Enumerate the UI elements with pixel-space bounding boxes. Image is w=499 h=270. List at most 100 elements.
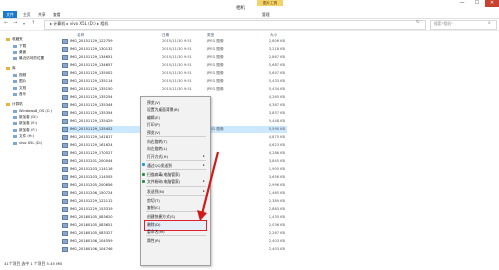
tab-home[interactable]: 主页 (23, 12, 31, 18)
file-name: IMG_20151129_135114 (70, 79, 113, 83)
maximize-button[interactable]: ☐ (470, 0, 484, 7)
context-menu-item[interactable]: 预览(V) (147, 100, 160, 106)
context-menu-item[interactable]: 剪切(T) (147, 198, 160, 204)
file-row[interactable]: IMG_20151129_135002 2015/11/30 9:51 JPEG 图… (62, 70, 287, 77)
file-row[interactable]: IMG_20151129_122759 2015/11/30 9:51 JPEG 图… (62, 38, 287, 45)
nav-item[interactable]: Windows8_OS (C:) (13, 109, 52, 113)
folder-icon (13, 44, 17, 48)
search-icon[interactable]: ⌕ (488, 20, 491, 26)
context-menu-item[interactable]: 创建快捷方式(S) (147, 214, 175, 220)
image-file-icon (62, 214, 68, 220)
file-size: 4,265 KB (268, 95, 285, 99)
nav-item[interactable]: 计算机 (6, 102, 23, 107)
context-menu-item[interactable]: 向左旋转(L) (147, 146, 167, 152)
folder-icon (13, 92, 17, 96)
file-name: IMG_20160105_083651 (70, 223, 113, 227)
file-size: 4,875 KB (268, 135, 285, 139)
file-type: JPEG 图像 (207, 39, 224, 43)
nav-item[interactable]: 音乐 (13, 92, 26, 97)
nav-item[interactable]: 文档 (13, 86, 26, 91)
nav-item[interactable]: vivo X5L (D:) (13, 141, 42, 145)
context-menu-item-label: 复制(C) (147, 205, 161, 211)
file-size: 2,267 KB (268, 231, 285, 235)
image-file-icon (62, 86, 68, 92)
context-menu-item[interactable]: 打开方式(H) ▸ (147, 153, 205, 160)
file-type: JPEG 图像 (207, 55, 224, 59)
tab-manage[interactable]: 管理 (262, 12, 270, 18)
nav-item-label: 库 (12, 66, 16, 70)
file-name: IMG_20151205_200656 (70, 183, 113, 187)
image-file-icon (62, 158, 68, 164)
context-menu-item-label: 打开方式(H) (147, 153, 169, 159)
nav-item-label: 最近访问的位置 (19, 56, 45, 60)
context-menu-item[interactable]: 编辑(E) (147, 115, 160, 121)
folder-icon (13, 134, 17, 138)
nav-item-label: 桌面 (19, 50, 27, 54)
nav-item[interactable]: 库 (6, 66, 16, 71)
context-menu-item[interactable]: 发送到(N) ▸ (147, 189, 205, 195)
context-menu-item[interactable]: 预览(V) (147, 130, 160, 136)
context-menu-item[interactable]: 扫描病毒(电脑管家) (142, 172, 180, 178)
forward-icon[interactable]: → (13, 20, 17, 26)
folder-icon (13, 128, 17, 132)
nav-item[interactable]: 新加卷 (D:) (13, 115, 38, 120)
file-size: 5,448 KB (268, 119, 285, 123)
context-menu-item[interactable]: 删除(D) (147, 222, 160, 228)
image-file-icon (62, 230, 68, 236)
up-icon[interactable]: ↑ (31, 20, 35, 26)
context-menu-item[interactable]: 属性(R) (147, 238, 160, 244)
image-file-icon (62, 126, 68, 132)
folder-icon (13, 141, 17, 145)
file-name: IMG_20160106_104559 (70, 239, 113, 243)
file-type: JPEG 图像 (207, 79, 224, 83)
nav-item[interactable]: 图片 (13, 79, 26, 84)
refresh-icon[interactable]: ↻ (416, 20, 420, 25)
context-menu-item[interactable]: 复制(C) (147, 205, 160, 211)
nav-item-label: 新加卷 (D:) (19, 115, 38, 119)
file-name: IMG_20151129_135354 (70, 111, 113, 115)
nav-item-label: 收藏夹 (12, 37, 23, 41)
nav-item[interactable]: 文件 (H:) (13, 134, 34, 139)
tab-view[interactable]: 查看 (53, 12, 61, 18)
image-file-icon (62, 174, 68, 180)
context-menu-item[interactable]: 文件粉碎(电脑管家) ▸ (142, 179, 205, 185)
file-name: IMG_20151129_135150 (70, 87, 113, 91)
back-icon[interactable]: ← (4, 20, 8, 26)
image-file-icon (62, 134, 68, 140)
context-menu-item[interactable]: 通过QQ发送到 ▸ (142, 163, 205, 169)
tab-file[interactable]: 文件 (3, 11, 17, 18)
context-menu-item[interactable]: 设置为桌面背景(B) (147, 107, 179, 113)
file-row[interactable]: IMG_20151129_135114 2015/11/30 9:51 JPEG 图… (62, 78, 287, 85)
nav-item-label: 新加卷 (F:) (19, 128, 37, 132)
nav-item[interactable]: 收藏夹 (6, 37, 23, 42)
file-row[interactable]: IMG_20151129_130132 2015/11/30 9:51 JPEG 图… (62, 46, 287, 53)
file-row[interactable]: IMG_20151129_135150 2015/11/30 9:51 JPEG 图… (62, 86, 287, 93)
folder-icon (13, 121, 17, 125)
file-size: 3,656 KB (268, 175, 285, 179)
context-menu-item[interactable]: 向右旋转(T) (147, 139, 167, 145)
image-file-icon (62, 54, 68, 60)
nav-item[interactable]: 新加卷 (E:) (13, 121, 37, 126)
nav-item[interactable]: 桌面 (13, 50, 26, 55)
file-name: IMG_20151201_200044 (70, 159, 113, 163)
nav-item[interactable]: 视频 (13, 73, 26, 78)
chevron-down-icon[interactable]: ▾ (23, 21, 25, 26)
picture-tools-tab[interactable]: 图片工具 (257, 0, 283, 6)
minimize-button[interactable]: — (455, 0, 469, 7)
nav-item[interactable]: 最近访问的位置 (13, 56, 44, 61)
nav-item[interactable]: 下载 (13, 44, 26, 49)
close-button[interactable]: ✕ (485, 0, 499, 7)
file-row[interactable]: IMG_20151129_134651 2015/11/30 9:51 JPEG 图… (62, 54, 287, 61)
context-menu-item-label: 预览(V) (147, 129, 161, 135)
folder-icon (6, 66, 10, 70)
image-file-icon (62, 118, 68, 124)
file-type: JPEG 图像 (207, 71, 224, 75)
context-menu-item[interactable]: 重命名(M) (147, 229, 165, 235)
file-row[interactable]: IMG_20151129_134657 2015/11/30 9:51 JPEG 图… (62, 62, 287, 69)
nav-item-label: 下载 (19, 44, 27, 48)
nav-item[interactable]: 新加卷 (F:) (13, 128, 37, 133)
tab-share[interactable]: 共享 (38, 12, 46, 18)
image-file-icon (62, 94, 68, 100)
context-menu-item[interactable]: 打印(P) (147, 122, 160, 128)
file-size: 2,036 KB (268, 223, 285, 227)
